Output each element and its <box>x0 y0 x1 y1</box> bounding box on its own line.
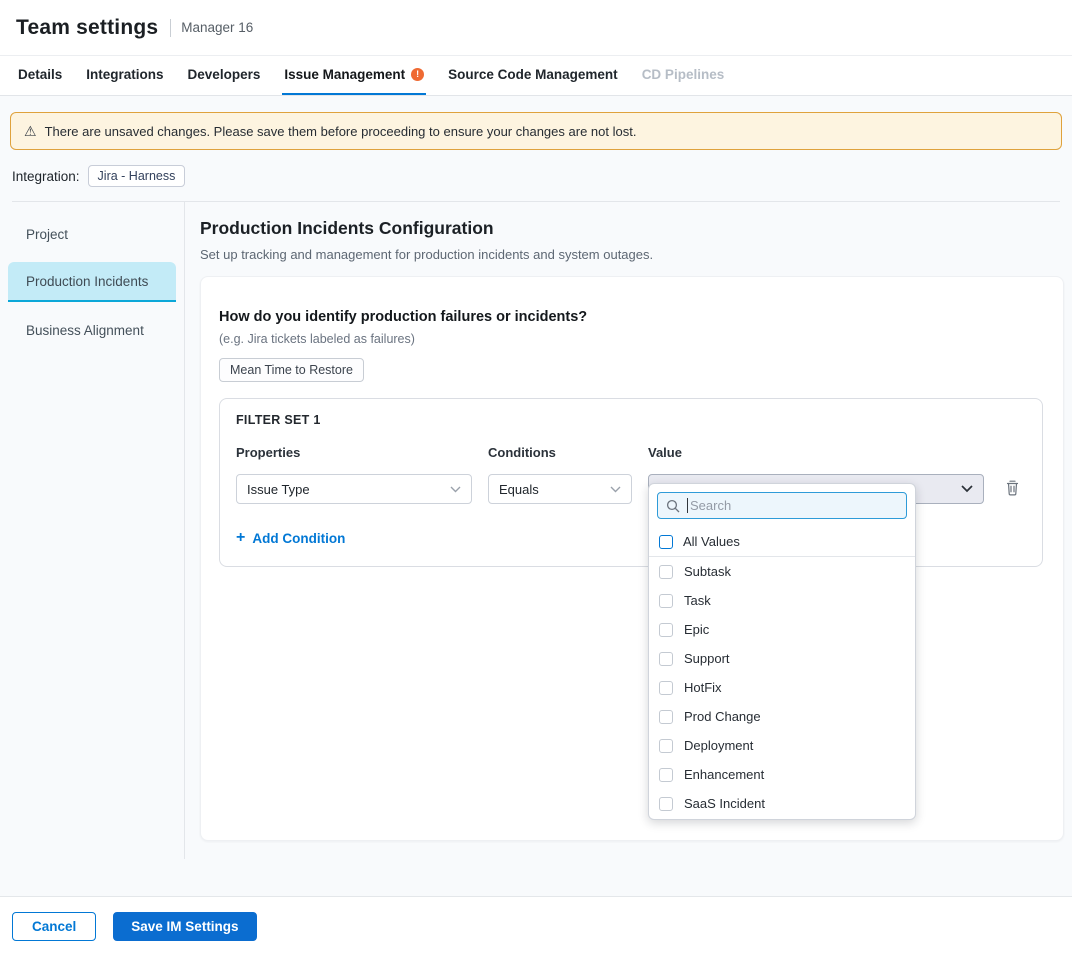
chevron-down-icon <box>450 486 461 493</box>
option-saas-incident[interactable]: SaaS Incident <box>649 789 915 818</box>
tab-issue-management[interactable]: Issue Management ! <box>282 56 426 95</box>
sidebar-item-production-incidents[interactable]: Production Incidents <box>8 262 176 302</box>
section-title: Production Incidents Configuration <box>200 218 1064 239</box>
chevron-down-icon <box>610 486 621 493</box>
settings-layout: Project Production Incidents Business Al… <box>0 202 1072 859</box>
delete-filter-button[interactable] <box>1005 479 1020 504</box>
option-label: Deployment <box>684 738 753 753</box>
option-customer-notification[interactable]: Customer Notification <box>649 818 915 820</box>
tab-source-code-management[interactable]: Source Code Management <box>446 56 620 95</box>
option-label: Subtask <box>684 564 731 579</box>
tab-label: Issue Management <box>284 67 405 82</box>
alert-badge-icon: ! <box>411 68 424 81</box>
value-dropdown-panel: All Values Subtask <box>648 483 916 820</box>
title-separator <box>170 19 171 37</box>
sidebar-item-project[interactable]: Project <box>8 214 176 254</box>
sidebar-item-label: Project <box>26 227 68 242</box>
checkbox[interactable] <box>659 797 673 811</box>
main-panel: Production Incidents Configuration Set u… <box>185 202 1072 859</box>
checkbox[interactable] <box>659 739 673 753</box>
page-header: Team settings Manager 16 <box>0 0 1072 56</box>
tab-integrations[interactable]: Integrations <box>84 56 165 95</box>
checkbox[interactable] <box>659 710 673 724</box>
properties-select-value: Issue Type <box>247 482 444 497</box>
plus-icon: + <box>236 530 245 546</box>
option-label: Task <box>684 593 711 608</box>
header-subtitle: Manager 16 <box>181 20 253 35</box>
search-input[interactable] <box>690 498 898 513</box>
sidebar-item-label: Business Alignment <box>26 323 144 338</box>
filter-row: Properties Issue Type Conditions <box>236 445 1026 504</box>
conditions-select-value: Equals <box>499 482 604 497</box>
option-label: Epic <box>684 622 709 637</box>
option-epic[interactable]: Epic <box>649 615 915 644</box>
checkbox[interactable] <box>659 594 673 608</box>
option-hotfix[interactable]: HotFix <box>649 673 915 702</box>
properties-select[interactable]: Issue Type <box>236 474 472 504</box>
option-enhancement[interactable]: Enhancement <box>649 760 915 789</box>
configuration-card: How do you identify production failures … <box>200 276 1064 841</box>
page-title: Team settings <box>16 16 158 40</box>
option-subtask[interactable]: Subtask <box>649 557 915 586</box>
option-label: Enhancement <box>684 767 764 782</box>
option-label: All Values <box>683 534 740 549</box>
option-all-values[interactable]: All Values <box>649 527 915 557</box>
tab-label: Source Code Management <box>448 67 618 82</box>
option-task[interactable]: Task <box>649 586 915 615</box>
option-support[interactable]: Support <box>649 644 915 673</box>
filter-set-1: FILTER SET 1 Properties Issue Type <box>219 398 1043 567</box>
checkbox[interactable] <box>659 681 673 695</box>
conditions-select[interactable]: Equals <box>488 474 632 504</box>
option-label: Support <box>684 651 730 666</box>
option-deployment[interactable]: Deployment <box>649 731 915 760</box>
question-heading: How do you identify production failures … <box>219 309 1043 325</box>
chevron-down-icon <box>961 485 973 493</box>
tab-developers[interactable]: Developers <box>186 56 263 95</box>
tab-label: Details <box>18 67 62 82</box>
settings-sidebar: Project Production Incidents Business Al… <box>0 202 185 859</box>
filter-set-title: FILTER SET 1 <box>236 413 1026 427</box>
tab-label: Integrations <box>86 67 163 82</box>
tab-label: Developers <box>188 67 261 82</box>
page-footer: Cancel Save IM Settings <box>0 896 1072 956</box>
tab-cd-pipelines: CD Pipelines <box>640 56 727 95</box>
question-hint: (e.g. Jira tickets labeled as failures) <box>219 332 1043 346</box>
tab-bar: Details Integrations Developers Issue Ma… <box>0 56 1072 96</box>
sidebar-item-label: Production Incidents <box>26 274 148 289</box>
checkbox[interactable] <box>659 623 673 637</box>
trash-icon <box>1005 479 1020 496</box>
option-prod-change[interactable]: Prod Change <box>649 702 915 731</box>
tab-details[interactable]: Details <box>16 56 64 95</box>
dropdown-options-list[interactable]: Subtask Task Epic <box>649 557 915 820</box>
text-cursor <box>687 498 688 513</box>
column-header-properties: Properties <box>236 445 472 460</box>
add-condition-label: Add Condition <box>252 531 345 546</box>
integration-label: Integration: <box>12 169 80 184</box>
option-label: Prod Change <box>684 709 761 724</box>
checkbox[interactable] <box>659 768 673 782</box>
option-label: SaaS Incident <box>684 796 765 811</box>
search-icon <box>666 499 680 513</box>
cancel-button[interactable]: Cancel <box>12 912 96 941</box>
integration-row: Integration: Jira - Harness <box>12 165 1060 202</box>
unsaved-changes-banner: ⚠ There are unsaved changes. Please save… <box>10 112 1062 150</box>
page: Team settings Manager 16 Details Integra… <box>0 0 1072 956</box>
content-area: ⚠ There are unsaved changes. Please save… <box>0 96 1072 896</box>
checkbox[interactable] <box>659 652 673 666</box>
section-subtitle: Set up tracking and management for produ… <box>200 247 1064 262</box>
add-condition-button[interactable]: + Add Condition <box>236 530 345 546</box>
tab-label: CD Pipelines <box>642 67 725 82</box>
warning-triangle-icon: ⚠ <box>24 124 37 138</box>
metric-chip-mean-time-to-restore[interactable]: Mean Time to Restore <box>219 358 364 382</box>
save-im-settings-button[interactable]: Save IM Settings <box>113 912 256 941</box>
integration-chip[interactable]: Jira - Harness <box>88 165 186 187</box>
sidebar-item-business-alignment[interactable]: Business Alignment <box>8 310 176 350</box>
dropdown-search[interactable] <box>657 492 907 519</box>
checkbox[interactable] <box>659 565 673 579</box>
option-label: HotFix <box>684 680 722 695</box>
banner-text: There are unsaved changes. Please save t… <box>45 124 637 139</box>
column-header-value: Value <box>648 445 984 460</box>
column-header-conditions: Conditions <box>488 445 632 460</box>
checkbox-all-values[interactable] <box>659 535 673 549</box>
